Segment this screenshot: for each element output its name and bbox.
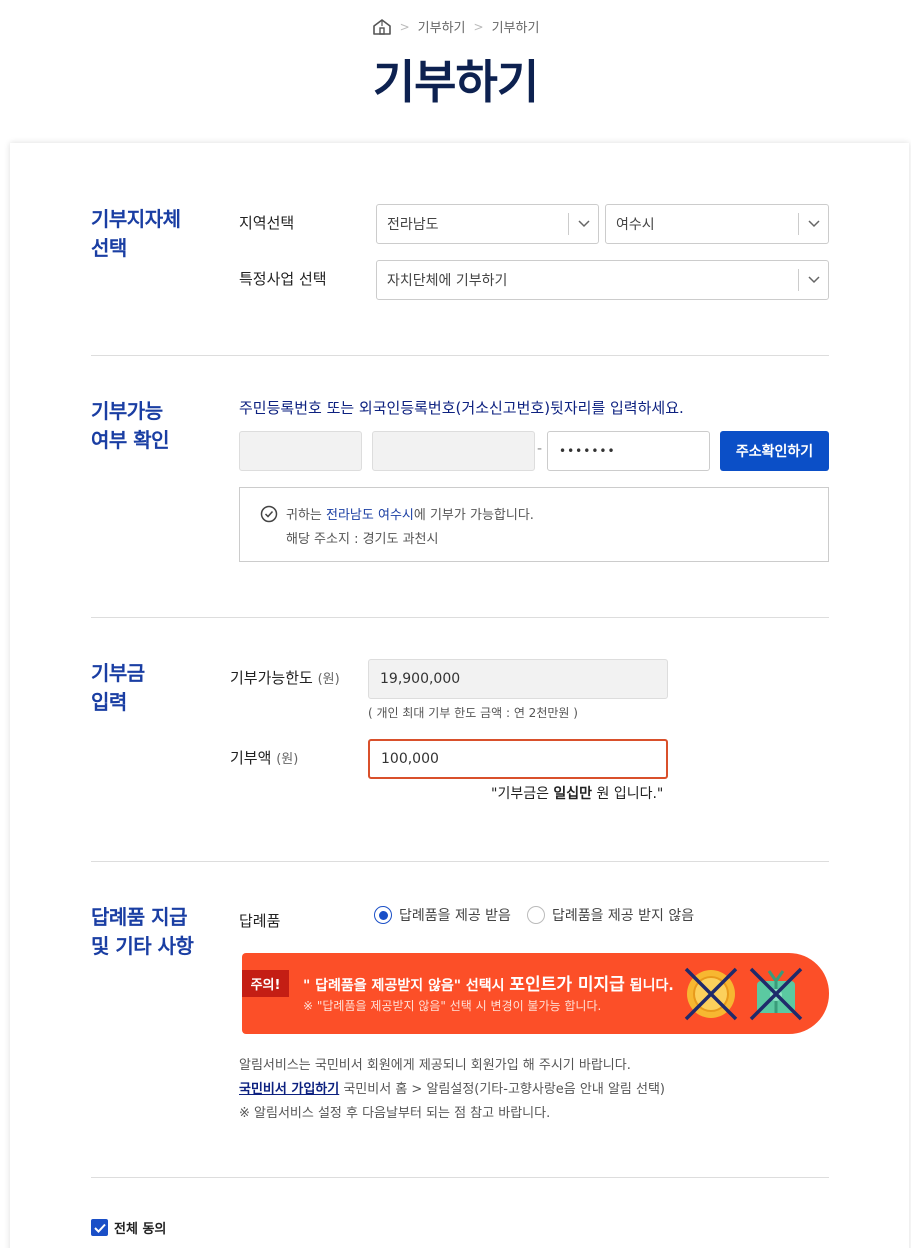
alert-service-info: 알림서비스는 국민비서 회원에게 제공되니 회원가입 해 주시기 바랍니다. bbox=[239, 1058, 631, 1073]
amount-in-words: "기부금은 일십만 원 입니다." bbox=[491, 783, 663, 803]
section-divider bbox=[91, 617, 829, 618]
chevron-down-icon bbox=[568, 213, 598, 235]
alert-service-signup: 국민비서 가입하기 국민비서 홈 > 알림설정(기타-고향사랑e음 안내 알림 … bbox=[239, 1078, 665, 1097]
citizen-secretary-signup-link[interactable]: 국민비서 가입하기 bbox=[239, 1082, 339, 1097]
result-prefix: 귀하는 bbox=[286, 508, 327, 523]
agree-all-checkbox[interactable]: 전체 동의 bbox=[91, 1218, 166, 1237]
address-line: 해당 주소지 : 경기도 과천시 bbox=[286, 532, 439, 547]
limit-label: 기부가능한도 (원) bbox=[230, 667, 340, 688]
section-title-amount: 기부금 입력 bbox=[91, 659, 145, 717]
signup-path-text: 국민비서 홈 > 알림설정(기타-고향사랑e음 안내 알림 선택) bbox=[339, 1082, 665, 1097]
warning-tag: 주의! bbox=[242, 970, 289, 997]
amount-words-bold: 일십만 bbox=[553, 786, 593, 802]
gift-radio-group: 답례품을 제공 받음 답례품을 제공 받지 않음 bbox=[374, 905, 694, 925]
registration-number-field-1[interactable] bbox=[239, 431, 362, 471]
unit-text: (원) bbox=[317, 672, 340, 687]
warning-line-1: " 답례품을 제공받지 않음" 선택시 포인트가 미지급 됩니다. bbox=[303, 970, 674, 995]
amount-words-suffix: 원 입니다." bbox=[592, 786, 664, 802]
section-title-line: 기부지자체 bbox=[91, 207, 181, 231]
project-select[interactable]: 자치단체에 기부하기 bbox=[376, 260, 829, 300]
section-divider bbox=[91, 355, 829, 356]
province-select[interactable]: 전라남도 bbox=[376, 204, 599, 244]
gift-label: 답례품 bbox=[239, 912, 281, 930]
home-icon[interactable] bbox=[372, 18, 392, 36]
section-title-line: 기부금 bbox=[91, 661, 145, 685]
radio-decline-gift[interactable]: 답례품을 제공 받지 않음 bbox=[526, 905, 695, 925]
donation-amount-input[interactable]: 100,000 bbox=[368, 739, 668, 779]
section-divider bbox=[91, 1177, 829, 1178]
chevron-down-icon bbox=[798, 213, 828, 235]
breadcrumb-separator-icon: > bbox=[473, 19, 484, 34]
address-check-button[interactable]: 주소확인하기 bbox=[720, 431, 829, 471]
warning-emphasis: 포인트가 미지급 bbox=[509, 975, 625, 995]
amount-words-prefix: "기부금은 bbox=[491, 786, 554, 802]
province-select-value: 전라남도 bbox=[387, 217, 439, 233]
radio-receive-gift[interactable]: 답례품을 제공 받음 bbox=[374, 905, 511, 925]
eligibility-result-box: 귀하는 전라남도 여수시에 기부가 가능합니다. 해당 주소지 : 경기도 과천… bbox=[239, 487, 829, 562]
section-title-line: 선택 bbox=[91, 236, 127, 260]
amount-value: 100,000 bbox=[381, 751, 439, 767]
section-title-line: 답례품 지급 bbox=[91, 905, 187, 929]
eligibility-instruction: 주민등록번호 또는 외국인등록번호(거소신고번호)뒷자리를 입력하세요. bbox=[239, 399, 684, 417]
section-title-line: 기부가능 bbox=[91, 399, 163, 423]
section-title-gift: 답례품 지급 및 기타 사항 bbox=[91, 903, 194, 961]
project-label: 특정사업 선택 bbox=[239, 270, 327, 288]
coin-crossed-icon bbox=[684, 967, 738, 1021]
unit-text: (원) bbox=[276, 752, 299, 767]
gift-crossed-icon bbox=[749, 967, 803, 1021]
radio-empty-icon bbox=[526, 906, 545, 924]
chevron-down-icon bbox=[798, 269, 828, 291]
radio-selected-icon bbox=[374, 906, 392, 924]
dash-separator: - bbox=[537, 441, 543, 457]
limit-label-text: 기부가능한도 bbox=[230, 669, 313, 687]
agree-all-label: 전체 동의 bbox=[114, 1222, 167, 1237]
limit-note: ( 개인 최대 기부 한도 금액 : 연 2천만원 ) bbox=[368, 706, 578, 720]
registration-number-field-2[interactable] bbox=[372, 431, 535, 471]
project-select-value: 자치단체에 기부하기 bbox=[387, 273, 508, 289]
password-value: ••••••• bbox=[559, 444, 616, 458]
section-title-region: 기부지자체 선택 bbox=[91, 205, 181, 263]
radio-label: 답례품을 제공 받지 않음 bbox=[551, 908, 695, 924]
checkmark-icon bbox=[91, 1219, 108, 1236]
warning-line-2: ※ "답례품을 제공받지 않음" 선택 시 변경이 불가능 합니다. bbox=[303, 999, 602, 1013]
city-select[interactable]: 여수시 bbox=[605, 204, 829, 244]
section-divider bbox=[91, 861, 829, 862]
city-select-value: 여수시 bbox=[616, 217, 655, 233]
section-title-line: 입력 bbox=[91, 690, 127, 714]
region-label: 지역선택 bbox=[239, 214, 295, 232]
breadcrumb-separator-icon: > bbox=[399, 19, 410, 34]
gift-warning-banner: 주의! " 답례품을 제공받지 않음" 선택시 포인트가 미지급 됩니다. ※ … bbox=[242, 953, 829, 1034]
section-title-line: 및 기타 사항 bbox=[91, 934, 194, 958]
warning-suffix: 됩니다. bbox=[624, 978, 674, 994]
check-circle-icon bbox=[260, 505, 278, 523]
breadcrumb-item-1[interactable]: 기부하기 bbox=[418, 17, 466, 36]
limit-value: 19,900,000 bbox=[380, 671, 461, 687]
alert-service-note: ※ 알림서비스 설정 후 다음날부터 되는 점 참고 바랍니다. bbox=[239, 1106, 551, 1121]
section-title-eligibility: 기부가능 여부 확인 bbox=[91, 397, 170, 455]
page-title: 기부하기 bbox=[372, 55, 539, 109]
result-suffix: 에 기부가 가능합니다. bbox=[413, 508, 534, 523]
donation-limit-field: 19,900,000 bbox=[368, 659, 668, 699]
registration-number-back-input[interactable]: ••••••• bbox=[547, 431, 710, 471]
warning-prefix: " 답례품을 제공받지 않음" 선택시 bbox=[303, 978, 510, 994]
result-region: 전라남도 여수시 bbox=[326, 508, 414, 523]
donation-form-card: 기부지자체 선택 지역선택 전라남도 여수시 특정사업 선택 자치단체에 기부하… bbox=[10, 143, 909, 1248]
amount-label-text: 기부액 bbox=[230, 749, 272, 767]
eligibility-result-text: 귀하는 전라남도 여수시에 기부가 가능합니다. bbox=[286, 504, 534, 523]
section-title-line: 여부 확인 bbox=[91, 428, 170, 452]
breadcrumb: > 기부하기 > 기부하기 bbox=[0, 17, 911, 36]
amount-label: 기부액 (원) bbox=[230, 747, 298, 768]
breadcrumb-item-2[interactable]: 기부하기 bbox=[492, 17, 540, 36]
radio-label: 답례품을 제공 받음 bbox=[399, 908, 511, 924]
